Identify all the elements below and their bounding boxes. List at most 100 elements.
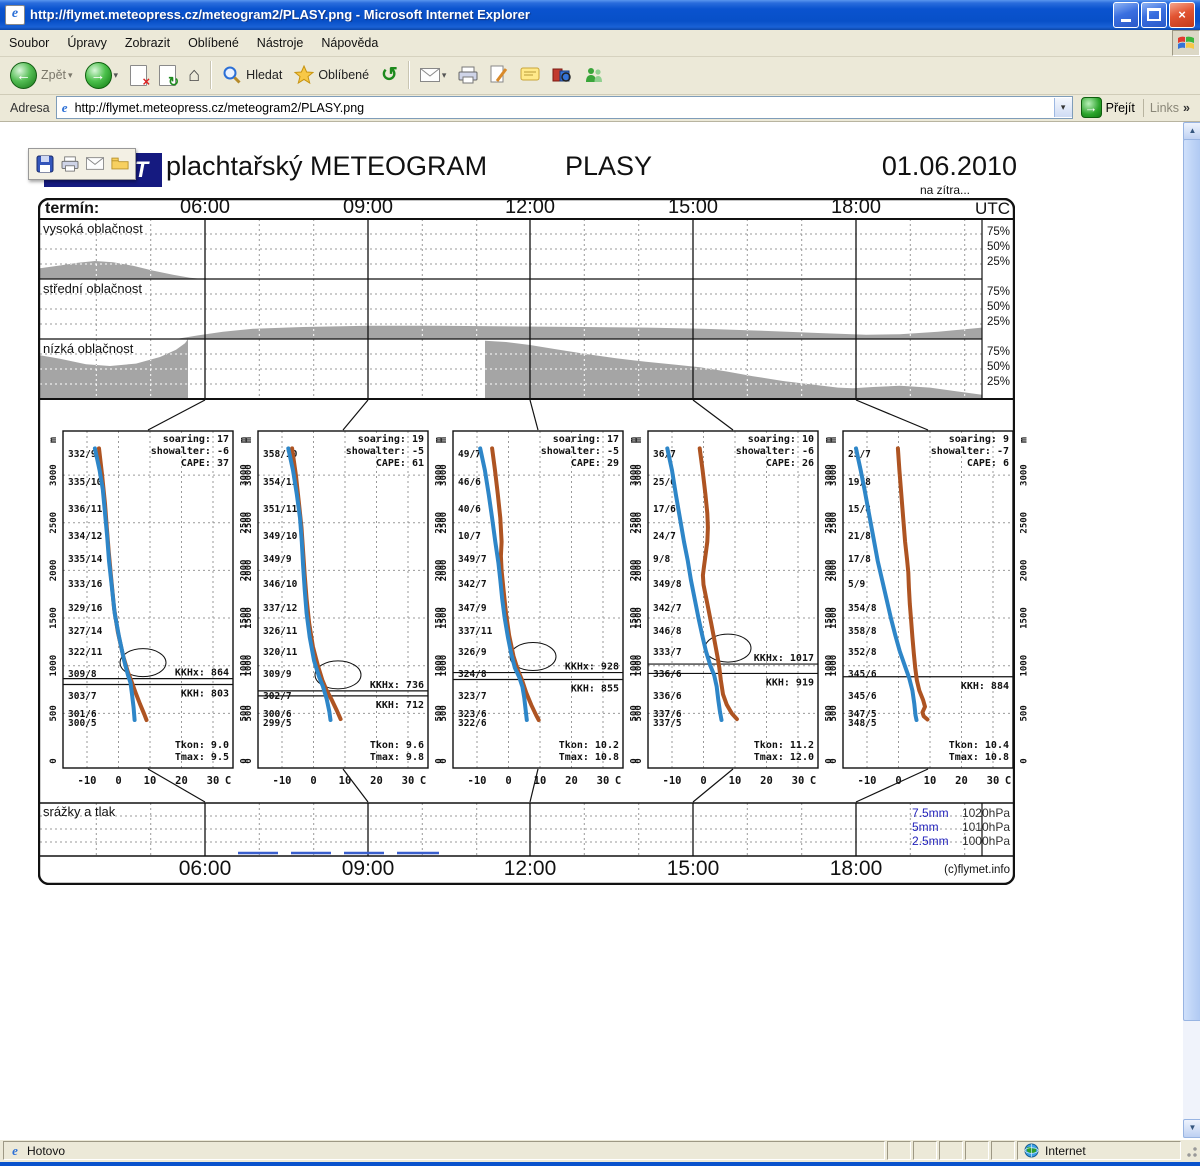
menu-napoveda[interactable]: Nápověda	[312, 32, 387, 54]
resize-grip[interactable]	[1182, 1142, 1198, 1159]
svg-text:30: 30	[987, 775, 1000, 787]
svg-text:0: 0	[634, 758, 644, 763]
svg-text:-10: -10	[858, 775, 877, 787]
wind-label: 303/7	[68, 691, 97, 702]
svg-text:soaring: 17: soaring: 17	[163, 433, 229, 445]
wind-label: 349/9	[263, 554, 292, 565]
meteogram-image: FLYMET plachtařský METEOGRAM PLASY 01.06…	[20, 143, 1020, 903]
menu-upravy[interactable]: Úpravy	[58, 32, 116, 54]
maximize-button[interactable]	[1141, 2, 1167, 28]
thermal-ellipse	[705, 634, 751, 662]
legend-mm: 7.5mm	[912, 806, 949, 820]
address-dropdown-button[interactable]: ▾	[1054, 98, 1072, 117]
print-icon[interactable]	[61, 156, 79, 172]
discuss-button[interactable]	[514, 64, 546, 86]
search-button[interactable]: Hledat	[216, 62, 288, 88]
stop-button[interactable]: ×	[124, 62, 153, 89]
forward-dropdown-icon[interactable]: ▾	[114, 70, 119, 81]
history-icon: ↺	[381, 65, 398, 85]
svg-text:2000: 2000	[439, 559, 449, 581]
wind-label: 327/14	[68, 626, 103, 637]
svg-text:2000: 2000	[244, 559, 254, 581]
scroll-down-button[interactable]: ▼	[1183, 1119, 1200, 1138]
svg-text:CAPE: 29: CAPE: 29	[571, 458, 619, 469]
wind-label: 333/16	[68, 579, 103, 590]
svg-text:1000: 1000	[829, 655, 839, 677]
svg-text:KKH: 884: KKH: 884	[961, 680, 1009, 691]
svg-text:500: 500	[829, 705, 839, 721]
high-cloud-label: vysoká oblačnost	[43, 221, 143, 236]
print-button[interactable]	[452, 63, 484, 87]
svg-text:showalter: -6: showalter: -6	[151, 446, 229, 457]
svg-text:Tmax: 10.8: Tmax: 10.8	[949, 752, 1009, 763]
svg-text:soaring: 9: soaring: 9	[949, 433, 1009, 445]
vertical-scrollbar[interactable]: ▲ ▼	[1183, 122, 1200, 1138]
svg-text:C: C	[1005, 775, 1011, 787]
close-icon: ×	[1178, 7, 1186, 22]
links-bar[interactable]: Links »	[1143, 99, 1196, 117]
folder-icon[interactable]	[111, 156, 129, 171]
station-name: PLASY	[565, 151, 652, 182]
svg-text:KKHx: 864: KKHx: 864	[175, 667, 229, 678]
history-button[interactable]: ↺	[375, 62, 404, 88]
research-icon	[552, 66, 572, 84]
menu-oblibene[interactable]: Oblíbené	[179, 32, 248, 54]
wind-label: 334/12	[68, 531, 102, 542]
svg-text:Tkon: 9.0: Tkon: 9.0	[175, 740, 229, 751]
wind-label: 349/7	[458, 554, 487, 565]
wind-label: 323/7	[458, 691, 487, 702]
svg-text:20: 20	[175, 775, 188, 787]
forward-button[interactable]: → ▾	[79, 59, 125, 92]
go-button[interactable]: → Přejít	[1081, 97, 1135, 118]
wind-label: 342/7	[653, 603, 682, 614]
svg-text:KKH: 855: KKH: 855	[571, 683, 619, 694]
edit-icon	[490, 65, 508, 85]
status-message: Hotovo	[27, 1144, 65, 1158]
svg-text:1500: 1500	[439, 607, 449, 629]
menu-zobrazit[interactable]: Zobrazit	[116, 32, 179, 54]
scrollbar-thumb[interactable]	[1183, 139, 1200, 1021]
wind-label: 345/6	[848, 691, 877, 702]
svg-text:Tkon: 9.6: Tkon: 9.6	[370, 740, 424, 751]
wind-label: 336/11	[68, 504, 103, 515]
pct-50: 50%	[982, 301, 1010, 313]
bottom-time-0600: 06:00	[160, 857, 250, 881]
address-input[interactable]	[73, 101, 1054, 115]
edit-button[interactable]	[484, 62, 514, 88]
scroll-up-button[interactable]: ▲	[1183, 122, 1200, 141]
menu-nastroje[interactable]: Nástroje	[248, 32, 313, 54]
home-button[interactable]: ⌂	[182, 62, 206, 88]
address-field-wrap: e ▾	[56, 96, 1073, 119]
svg-text:C: C	[810, 775, 816, 787]
wind-label: 9/8	[653, 554, 670, 565]
close-button[interactable]: ×	[1169, 2, 1195, 28]
svg-text:2500: 2500	[244, 512, 254, 534]
svg-text:2000: 2000	[1020, 559, 1030, 581]
svg-text:20: 20	[565, 775, 578, 787]
save-icon[interactable]	[36, 155, 54, 173]
refresh-button[interactable]: ↻	[153, 62, 182, 89]
go-label: Přejít	[1106, 101, 1135, 115]
wind-label: 335/10	[68, 477, 103, 488]
back-dropdown-icon[interactable]: ▾	[68, 70, 73, 81]
favorites-button[interactable]: Oblíbené	[288, 62, 375, 88]
mail-button[interactable]: ▾	[414, 65, 453, 85]
svg-text:KKHx: 928: KKHx: 928	[565, 661, 619, 672]
svg-text:m: m	[48, 437, 59, 443]
wind-label: 19/8	[848, 477, 871, 488]
menu-soubor[interactable]: Soubor	[0, 32, 58, 54]
research-button[interactable]	[546, 63, 578, 87]
mail-dropdown-icon[interactable]: ▾	[442, 70, 447, 81]
svg-text:2000: 2000	[634, 559, 644, 581]
back-button[interactable]: ← Zpět ▾	[4, 59, 79, 92]
sounding-panel-0600: -100102030C00500500100010001500150020002…	[43, 426, 253, 798]
minimize-button[interactable]	[1113, 2, 1139, 28]
chevron-right-icon: »	[1183, 101, 1190, 115]
mail-icon[interactable]	[86, 157, 104, 170]
svg-text:30: 30	[207, 775, 220, 787]
svg-text:showalter: -6: showalter: -6	[736, 446, 814, 457]
menu-bar: Soubor Úpravy Zobrazit Oblíbené Nástroje…	[0, 30, 1200, 57]
svg-text:1500: 1500	[49, 607, 59, 629]
messenger-button[interactable]	[578, 63, 610, 87]
window-title: http://flymet.meteopress.cz/meteogram2/P…	[30, 7, 1111, 22]
